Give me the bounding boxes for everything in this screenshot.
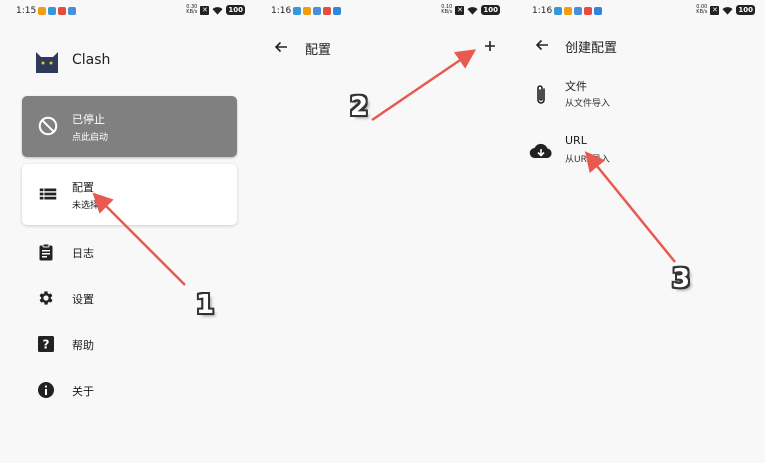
gear-icon xyxy=(39,291,53,305)
status-time: 1:16 xyxy=(271,6,292,16)
app-name: Clash xyxy=(72,52,111,68)
menu-label: 关于 xyxy=(72,385,94,398)
status-bar: 1:15 0.30 KB/s ✕ 100 xyxy=(0,4,255,20)
page-title: 配置 xyxy=(305,43,332,58)
cloud-download-icon xyxy=(529,143,552,159)
page-title: 创建配置 xyxy=(565,41,618,56)
card-subtitle: 未选择 xyxy=(72,201,100,211)
screen-profiles: 1:16 0.10 KB/s ✕ 100 配置 xyxy=(255,0,510,463)
menu-item-help[interactable]: ? 帮助 xyxy=(22,329,237,359)
status-app-icons xyxy=(38,7,76,15)
status-app-icons xyxy=(554,7,602,15)
block-icon xyxy=(38,116,58,136)
clipboard-icon xyxy=(39,243,53,261)
card-title: 配置 xyxy=(72,181,94,194)
battery-indicator: 100 xyxy=(226,5,245,15)
annotation-number-3: 3 xyxy=(672,264,691,294)
screen-create-profile: 1:16 0.00 KB/s ✕ 100 创建配置 文件 从文件导入 URL 从… xyxy=(510,0,765,463)
status-bar: 1:16 0.00 KB/s ✕ 100 xyxy=(510,4,765,20)
item-subtitle: 从文件导入 xyxy=(565,99,611,109)
item-title: 文件 xyxy=(565,80,587,93)
menu-label: 设置 xyxy=(72,293,94,306)
status-app-icons xyxy=(293,7,341,15)
paperclip-icon xyxy=(537,85,545,104)
profiles-card[interactable]: 配置 未选择 xyxy=(22,164,237,225)
svg-text:?: ? xyxy=(43,338,50,352)
import-from-file-item[interactable]: 文件 从文件导入 xyxy=(510,72,765,120)
status-bar: 1:16 0.10 KB/s ✕ 100 xyxy=(255,4,510,20)
annotation-number-1: 1 xyxy=(196,290,215,320)
annotation-number-2: 2 xyxy=(350,92,369,122)
info-icon xyxy=(38,382,54,398)
wifi-icon xyxy=(467,6,478,15)
wifi-icon xyxy=(722,6,733,15)
sim-off-icon: ✕ xyxy=(200,5,210,15)
battery-indicator: 100 xyxy=(736,5,755,15)
network-speed: 0.10 KB/s xyxy=(441,4,453,15)
status-time: 1:15 xyxy=(16,6,37,16)
status-time: 1:16 xyxy=(532,6,553,16)
sim-off-icon: ✕ xyxy=(710,5,720,15)
item-title: URL xyxy=(565,134,587,147)
sim-off-icon: ✕ xyxy=(455,5,465,15)
item-subtitle: 从URL导入 xyxy=(565,155,610,165)
status-right: 0.30 KB/s ✕ 100 xyxy=(186,5,245,15)
menu-label: 帮助 xyxy=(72,339,94,352)
wifi-icon xyxy=(212,6,223,15)
add-icon[interactable] xyxy=(482,38,498,54)
help-icon: ? xyxy=(38,336,54,352)
menu-item-logs[interactable]: 日志 xyxy=(22,237,237,267)
network-speed: 0.30 KB/s xyxy=(186,4,198,15)
status-right: 0.10 KB/s ✕ 100 xyxy=(441,5,500,15)
start-clash-card[interactable]: 已停止 点此启动 xyxy=(22,96,237,157)
screen-main: 1:15 0.30 KB/s ✕ 100 Clash 已停止 点此启动 配置 未… xyxy=(0,0,255,463)
battery-indicator: 100 xyxy=(481,5,500,15)
network-speed: 0.00 KB/s xyxy=(696,4,708,15)
status-right: 0.00 KB/s ✕ 100 xyxy=(696,5,755,15)
menu-item-about[interactable]: 关于 xyxy=(22,375,237,405)
clash-cat-logo xyxy=(36,52,58,73)
back-arrow-icon[interactable] xyxy=(534,37,550,53)
card-title: 已停止 xyxy=(72,113,105,126)
menu-label: 日志 xyxy=(72,247,94,260)
list-icon xyxy=(39,188,57,200)
import-from-url-item[interactable]: URL 从URL导入 xyxy=(510,128,765,176)
card-subtitle: 点此启动 xyxy=(72,133,109,143)
back-arrow-icon[interactable] xyxy=(273,39,289,55)
